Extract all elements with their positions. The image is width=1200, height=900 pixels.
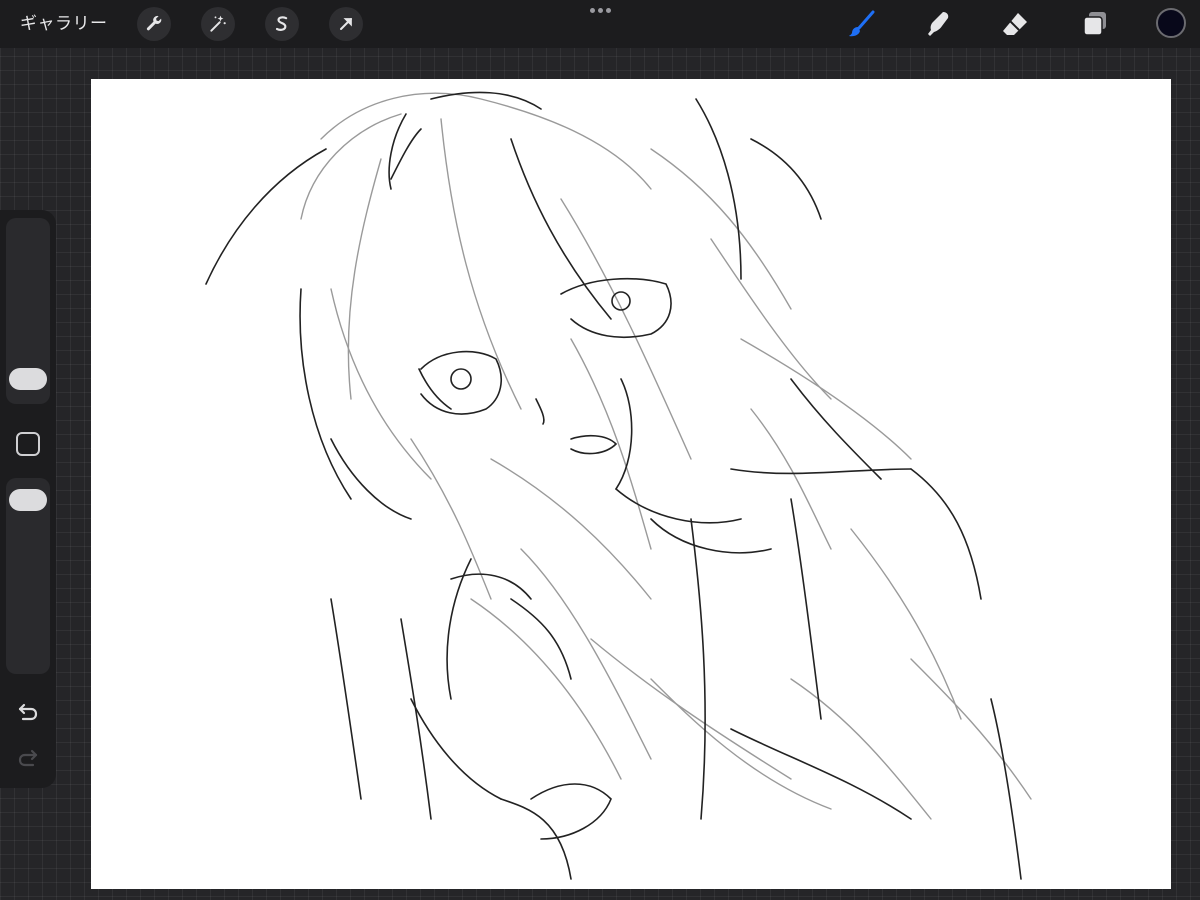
drawing-canvas[interactable] xyxy=(91,79,1171,889)
dot xyxy=(605,7,611,13)
opacity-slider[interactable] xyxy=(6,478,50,674)
undo-icon xyxy=(18,703,38,721)
selection-button[interactable] xyxy=(265,7,299,41)
undo-button[interactable] xyxy=(14,698,42,726)
adjustments-button[interactable] xyxy=(201,7,235,41)
smudge-tool-button[interactable] xyxy=(921,8,955,40)
eraser-icon xyxy=(1003,13,1027,35)
eraser-tool-button[interactable] xyxy=(998,8,1032,40)
layers-button[interactable] xyxy=(1078,8,1112,40)
sketch-artwork xyxy=(205,91,1032,880)
redo-icon xyxy=(18,749,38,767)
brush-size-slider[interactable] xyxy=(6,218,50,404)
wrench-icon xyxy=(146,15,162,31)
smudge-finger-icon xyxy=(928,12,949,36)
dot xyxy=(597,7,603,13)
brush-icon xyxy=(849,10,875,37)
redo-button[interactable] xyxy=(14,744,42,772)
more-dots-icon[interactable] xyxy=(586,3,614,17)
modify-button[interactable] xyxy=(16,432,40,456)
dot xyxy=(589,7,595,13)
arrow-cursor-icon xyxy=(340,18,352,30)
top-toolbar: ギャラリー xyxy=(0,0,1200,48)
layers-icon xyxy=(1083,12,1106,36)
opacity-slider-handle[interactable] xyxy=(9,489,47,511)
magic-wand-icon xyxy=(210,15,226,32)
selection-s-icon xyxy=(275,16,288,31)
actions-button[interactable] xyxy=(137,7,171,41)
brush-tool-button[interactable] xyxy=(845,8,879,40)
gallery-button[interactable]: ギャラリー xyxy=(20,12,108,36)
transform-button[interactable] xyxy=(329,7,363,41)
color-swatch-button[interactable] xyxy=(1156,8,1186,38)
size-slider-handle[interactable] xyxy=(9,368,47,390)
left-sidebar xyxy=(0,210,56,788)
